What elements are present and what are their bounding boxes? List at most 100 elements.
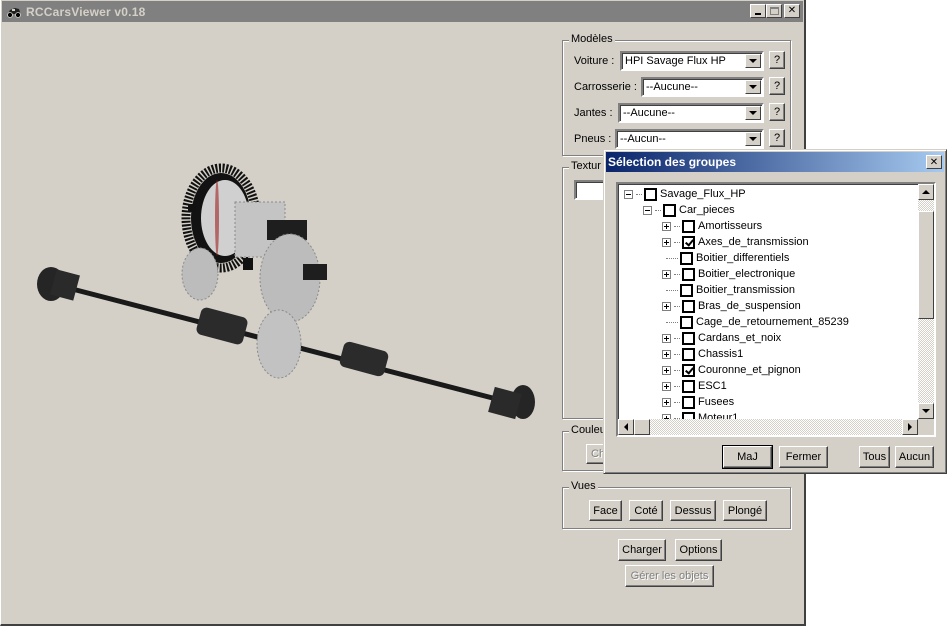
tires-help-button[interactable]: ? bbox=[769, 129, 785, 147]
scroll-up-button[interactable] bbox=[918, 184, 934, 200]
tree-item-checkbox[interactable] bbox=[682, 299, 695, 313]
body-select[interactable]: --Aucune-- bbox=[641, 77, 764, 97]
tree-item-checkbox[interactable] bbox=[682, 219, 695, 233]
expand-icon[interactable] bbox=[662, 397, 671, 407]
tree-item-checkbox[interactable] bbox=[680, 251, 693, 265]
close-button[interactable]: ✕ bbox=[784, 4, 800, 18]
tree-item[interactable]: Fusees bbox=[662, 394, 734, 410]
tires-select[interactable]: --Aucun-- bbox=[615, 129, 764, 149]
3d-viewport[interactable] bbox=[3, 24, 558, 622]
tree-item[interactable]: Chassis1 bbox=[662, 346, 743, 362]
tree-item-label: Axes_de_transmission bbox=[698, 236, 809, 248]
minimize-icon bbox=[755, 13, 761, 15]
arrow-right-icon bbox=[908, 423, 912, 431]
tree-item[interactable]: Cage_de_retournement_85239 bbox=[662, 314, 849, 330]
body-select-dropdown[interactable] bbox=[745, 80, 761, 94]
scroll-thumb-horizontal[interactable] bbox=[634, 419, 650, 435]
car-select-dropdown[interactable] bbox=[745, 54, 761, 68]
tree-item[interactable]: Boitier_electronique bbox=[662, 266, 795, 282]
body-select-value: --Aucune-- bbox=[646, 81, 698, 93]
collapse-icon[interactable] bbox=[643, 205, 652, 215]
tree-connector bbox=[674, 241, 680, 243]
expand-icon[interactable] bbox=[662, 365, 671, 375]
close-icon: ✕ bbox=[929, 156, 939, 168]
tree-item-checkbox[interactable] bbox=[644, 187, 657, 201]
scroll-down-button[interactable] bbox=[918, 403, 934, 419]
view-side-button[interactable]: Coté bbox=[629, 500, 663, 521]
tree-item-checkbox[interactable] bbox=[682, 347, 695, 361]
tree-item[interactable]: Couronne_et_pignon bbox=[662, 362, 801, 378]
tree-connector bbox=[674, 353, 680, 355]
tires-select-value: --Aucun-- bbox=[620, 133, 666, 145]
dialog-close-text-button[interactable]: Fermer bbox=[779, 446, 828, 468]
tree-rows: Savage_Flux_HP Car_pieces Amortisseurs Axes… bbox=[620, 186, 916, 420]
tree-item[interactable]: Axes_de_transmission bbox=[662, 234, 809, 250]
view-front-button[interactable]: Face bbox=[589, 500, 622, 521]
select-all-button[interactable]: Tous bbox=[859, 446, 890, 468]
tires-label: Pneus : bbox=[574, 133, 612, 145]
chevron-down-icon bbox=[749, 59, 757, 63]
scroll-corner bbox=[918, 419, 934, 435]
tree-item-checkbox[interactable] bbox=[682, 267, 695, 281]
arrow-left-icon bbox=[624, 423, 628, 431]
tree-vertical-scrollbar[interactable] bbox=[918, 184, 934, 419]
expand-icon[interactable] bbox=[662, 301, 671, 311]
tree-item-checkbox[interactable] bbox=[682, 363, 695, 377]
tree-item-checkbox[interactable] bbox=[682, 331, 695, 345]
rims-help-button[interactable]: ? bbox=[769, 103, 785, 121]
views-legend: Vues bbox=[569, 480, 598, 492]
tree-item[interactable]: Amortisseurs bbox=[662, 218, 762, 234]
group-selection-dialog: Sélection des groupes ✕ Savage_Flux_HP Ca… bbox=[603, 149, 947, 474]
car-help-button[interactable]: ? bbox=[769, 51, 785, 69]
tree-horizontal-scrollbar[interactable] bbox=[618, 419, 918, 435]
tree-item-checkbox[interactable] bbox=[680, 315, 693, 329]
tree-item-checkbox[interactable] bbox=[682, 235, 695, 249]
tree-item-checkbox[interactable] bbox=[682, 395, 695, 409]
rc-car-icon bbox=[7, 7, 21, 18]
tree-item[interactable]: ESC1 bbox=[662, 378, 727, 394]
car-select[interactable]: HPI Savage Flux HP bbox=[620, 51, 764, 71]
expand-icon[interactable] bbox=[662, 333, 671, 343]
expand-icon[interactable] bbox=[662, 237, 671, 247]
minimize-button[interactable] bbox=[750, 4, 766, 18]
tree-item-checkbox[interactable] bbox=[680, 283, 693, 297]
expand-icon[interactable] bbox=[662, 349, 671, 359]
load-button[interactable]: Charger bbox=[618, 539, 666, 561]
options-button[interactable]: Options bbox=[675, 539, 722, 561]
scroll-thumb-vertical[interactable] bbox=[918, 211, 934, 319]
car-select-value: HPI Savage Flux HP bbox=[625, 55, 726, 67]
manage-objects-button[interactable]: Gérer les objets bbox=[625, 565, 714, 587]
texture-legend: Textur bbox=[569, 160, 603, 172]
tree-connector bbox=[674, 305, 680, 307]
tires-select-dropdown[interactable] bbox=[745, 132, 761, 146]
maximize-button[interactable] bbox=[766, 4, 782, 18]
body-label: Carrosserie : bbox=[574, 81, 637, 93]
tree-item[interactable]: Bras_de_suspension bbox=[662, 298, 801, 314]
collapse-icon[interactable] bbox=[624, 189, 633, 199]
rims-select[interactable]: --Aucune-- bbox=[618, 103, 764, 123]
tree-item-checkbox[interactable] bbox=[682, 379, 695, 393]
main-titlebar[interactable]: RCCarsViewer v0.18 ✕ bbox=[2, 1, 803, 22]
select-none-button[interactable]: Aucun bbox=[895, 446, 934, 468]
models-legend: Modèles bbox=[569, 33, 615, 45]
tree-item-checkbox[interactable] bbox=[663, 203, 676, 217]
tree-item[interactable]: Boitier_differentiels bbox=[662, 250, 789, 266]
tree-item[interactable]: Savage_Flux_HP bbox=[624, 186, 746, 202]
view-top-button[interactable]: Dessus bbox=[670, 500, 716, 521]
body-help-button[interactable]: ? bbox=[769, 77, 785, 95]
expand-icon[interactable] bbox=[662, 221, 671, 231]
scroll-left-button[interactable] bbox=[618, 419, 634, 435]
expand-icon[interactable] bbox=[662, 269, 671, 279]
rims-select-dropdown[interactable] bbox=[745, 106, 761, 120]
group-tree[interactable]: Savage_Flux_HP Car_pieces Amortisseurs Axes… bbox=[616, 182, 936, 437]
tree-item[interactable]: Cardans_et_noix bbox=[662, 330, 781, 346]
dialog-titlebar[interactable]: Sélection des groupes ✕ bbox=[606, 152, 944, 172]
update-button[interactable]: MaJ bbox=[722, 445, 773, 469]
dialog-close-button[interactable]: ✕ bbox=[926, 155, 942, 169]
view-dive-button[interactable]: Plongé bbox=[723, 500, 767, 521]
expand-icon[interactable] bbox=[662, 381, 671, 391]
tree-item[interactable]: Car_pieces bbox=[643, 202, 735, 218]
tree-item[interactable]: Boitier_transmission bbox=[662, 282, 795, 298]
scroll-right-button[interactable] bbox=[902, 419, 918, 435]
tree-item-label: Fusees bbox=[698, 396, 735, 408]
